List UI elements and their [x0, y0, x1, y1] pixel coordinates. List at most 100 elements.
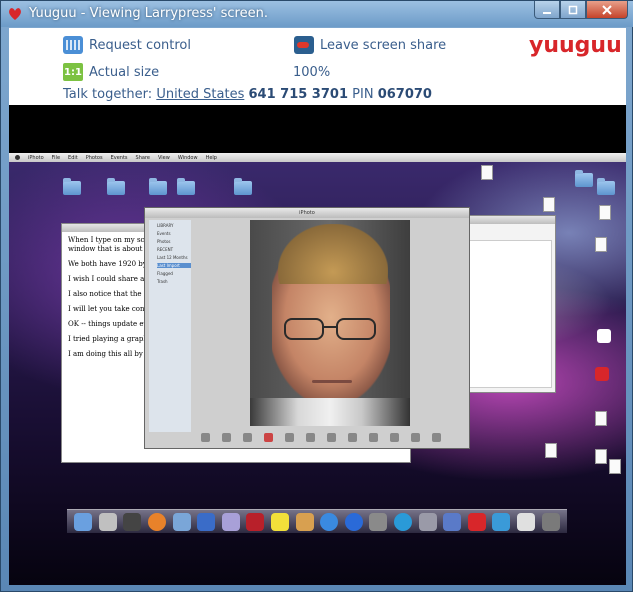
menubar-item: Events — [110, 154, 128, 161]
document-icon — [609, 459, 621, 474]
yuuguu-brand-logo: yuuguu — [529, 33, 622, 58]
document-icon — [545, 443, 557, 458]
contacts-icon[interactable] — [221, 512, 240, 531]
retouch-tool-icon[interactable] — [285, 432, 294, 442]
menubar-item: Window — [177, 154, 198, 161]
request-control-button[interactable]: Request control — [63, 36, 191, 54]
iphoto-titlebar[interactable]: iPhoto — [145, 208, 469, 218]
photo-lens-left — [284, 318, 324, 340]
straighten-tool-icon[interactable] — [243, 432, 252, 442]
network-icon[interactable] — [443, 512, 462, 531]
phone-number: 641 715 3701 — [248, 87, 348, 102]
trash-icon[interactable] — [541, 512, 560, 531]
keyboard-icon — [63, 36, 83, 54]
finder-icon[interactable] — [74, 512, 93, 531]
itunes-icon[interactable] — [172, 512, 191, 531]
country-link[interactable]: United States — [156, 87, 244, 102]
folder-icon — [234, 178, 252, 195]
minimize-button[interactable] — [534, 1, 560, 19]
window-title: Yuuguu - Viewing Larrypress' screen. — [29, 6, 268, 21]
calendar-tool-icon[interactable] — [348, 432, 357, 442]
firefox-icon[interactable] — [148, 512, 167, 531]
iphoto-app-icon[interactable] — [295, 512, 314, 531]
crop-tool-icon[interactable] — [222, 432, 231, 442]
iphoto-sidebar[interactable]: LIBRARY Events Photos RECENT Last 12 Mon… — [149, 220, 191, 432]
dashboard-icon[interactable] — [98, 512, 117, 531]
rotate-tool-icon[interactable] — [201, 432, 210, 442]
menubar-item: iPhoto — [28, 154, 44, 161]
close-button[interactable] — [586, 1, 628, 19]
actual-size-label: Actual size — [89, 64, 160, 80]
yuuguu-app-icon — [597, 329, 611, 343]
photo-shirt — [250, 398, 410, 426]
order-prints-tool-icon[interactable] — [432, 432, 441, 442]
effects-tool-icon[interactable] — [306, 432, 315, 442]
card-tool-icon[interactable] — [369, 432, 378, 442]
clock-icon[interactable] — [123, 512, 142, 531]
remote-screen-view[interactable]: iPhoto File Edit Photos Events Share Vie… — [9, 105, 626, 585]
actual-size-icon: 1:1 — [63, 63, 83, 81]
browser-content[interactable] — [458, 240, 552, 388]
folder-icon — [597, 178, 615, 195]
leave-share-icon — [294, 36, 314, 54]
title-bar[interactable]: Yuuguu - Viewing Larrypress' screen. — [1, 1, 633, 27]
skype-icon[interactable] — [394, 512, 413, 531]
sidebar-item[interactable]: Trash — [157, 279, 191, 284]
folder-icon — [149, 178, 167, 195]
yuuguu-dock-icon[interactable] — [467, 512, 486, 531]
maximize-button[interactable] — [560, 1, 586, 19]
sidebar-item[interactable]: LIBRARY — [157, 223, 191, 228]
sidebar-item[interactable]: Photos — [157, 239, 191, 244]
apple-menu-icon — [15, 155, 20, 160]
document-icon — [481, 165, 493, 180]
folder-icon — [107, 178, 125, 195]
sidebar-item[interactable]: Last 12 Months — [157, 255, 191, 260]
sidebar-item[interactable]: Flagged — [157, 271, 191, 276]
safari-icon[interactable] — [320, 512, 339, 531]
mail-icon[interactable] — [197, 512, 216, 531]
document-dock-icon[interactable] — [516, 512, 535, 531]
pin-label: PIN — [352, 87, 374, 102]
document-icon — [595, 237, 607, 252]
remote-menubar: iPhoto File Edit Photos Events Share Vie… — [9, 153, 626, 162]
photo-lens-right — [336, 318, 376, 340]
actual-size-button[interactable]: 1:1 Actual size — [63, 63, 159, 81]
portrait-photo[interactable] — [250, 220, 410, 426]
preview-icon[interactable] — [418, 512, 437, 531]
remote-desktop[interactable]: iPhoto File Edit Photos Events Share Vie… — [9, 153, 626, 585]
document-icon — [595, 411, 607, 426]
share-control-panel: Request control Leave screen share yuugu… — [9, 28, 626, 105]
zoom-percent: 100% — [293, 65, 331, 80]
photo-mouth — [312, 380, 352, 383]
photo-glasses — [284, 318, 380, 346]
talk-label: Talk together: — [63, 87, 153, 102]
book-tool-icon[interactable] — [327, 432, 336, 442]
iphoto-window[interactable]: iPhoto LIBRARY Events Photos RECENT Last… — [144, 207, 470, 449]
document-icon — [595, 449, 607, 464]
print-tool-icon[interactable] — [411, 432, 420, 442]
photo-glasses-bridge — [324, 326, 336, 328]
request-control-label: Request control — [89, 37, 192, 53]
calendar-app-icon[interactable] — [246, 512, 265, 531]
email-tool-icon[interactable] — [390, 432, 399, 442]
document-icon — [543, 197, 555, 212]
talk-together-line: Talk together: United States 641 715 370… — [63, 87, 432, 102]
stickies-icon[interactable] — [271, 512, 290, 531]
sidebar-item-selected[interactable]: Last Import — [157, 263, 191, 268]
photo-hair — [278, 224, 388, 284]
close-icon — [602, 4, 612, 15]
sidebar-item[interactable]: RECENT — [157, 247, 191, 252]
leave-screen-share-button[interactable]: Leave screen share — [294, 36, 446, 54]
appstore-icon[interactable] — [344, 512, 363, 531]
folder-icon — [575, 170, 593, 187]
downloads-icon[interactable] — [369, 512, 388, 531]
menubar-item: Help — [205, 154, 217, 161]
word-icon[interactable] — [492, 512, 511, 531]
application-window: Yuuguu - Viewing Larrypress' screen. Req… — [0, 0, 633, 592]
menubar-item: Share — [135, 154, 150, 161]
browser-titlebar[interactable] — [455, 216, 555, 224]
pin-number: 067070 — [377, 87, 432, 102]
redeye-tool-icon[interactable] — [264, 432, 273, 442]
yuuguu-app-icon — [595, 367, 609, 381]
sidebar-item[interactable]: Events — [157, 231, 191, 236]
